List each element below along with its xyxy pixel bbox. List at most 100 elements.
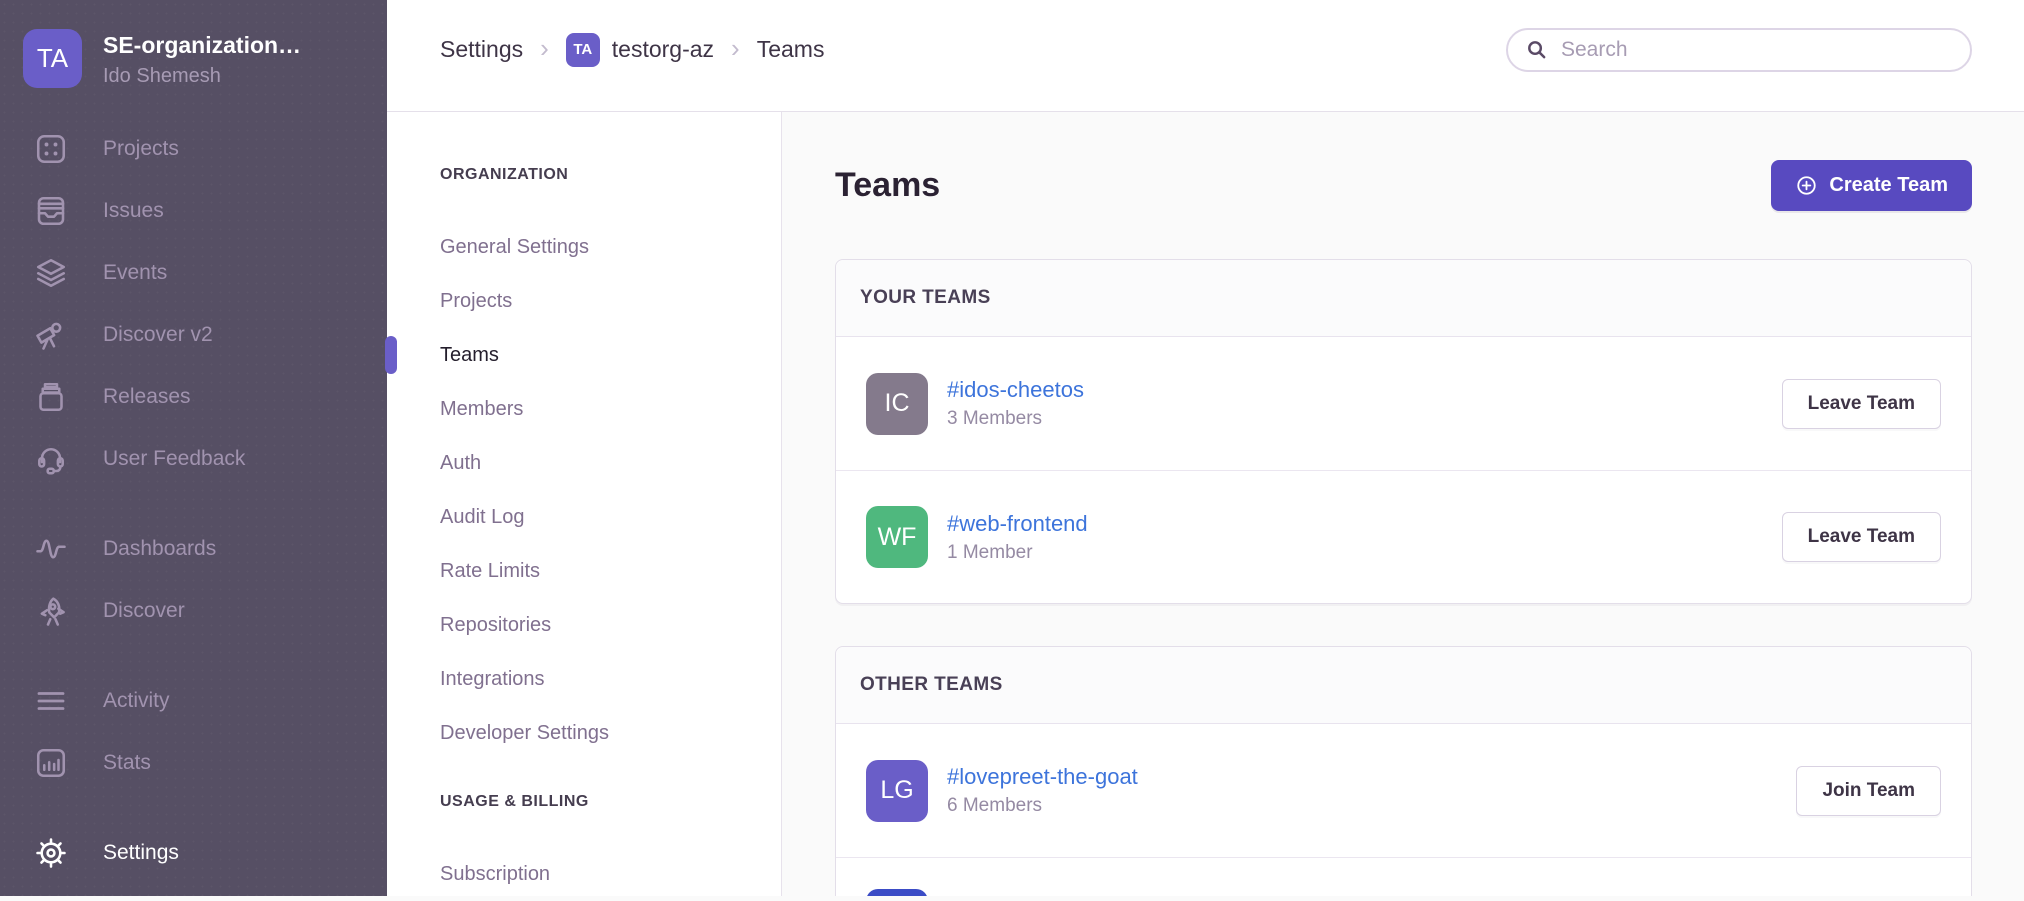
sidebar-item-discover[interactable]: Discover (0, 580, 387, 642)
sidebar-item-discover-v2[interactable]: Discover v2 (0, 304, 387, 366)
bar-chart-icon (33, 745, 69, 781)
settings-nav-item-label: Teams (440, 344, 499, 367)
settings-nav-item-label: Members (440, 398, 523, 421)
team-avatar: IC (866, 373, 928, 435)
pulse-icon (33, 531, 69, 567)
team-name-link[interactable]: #lovepreet-the-goat (947, 764, 1138, 790)
sidebar-item-label: Discover (103, 599, 185, 623)
sidebar-item-user-feedback[interactable]: User Feedback (0, 428, 387, 490)
create-team-label: Create Team (1829, 174, 1948, 197)
breadcrumb-org[interactable]: TA testorg-az (566, 33, 714, 67)
sidebar-item-dashboards[interactable]: Dashboards (0, 518, 387, 580)
settings-nav-item-audit-log[interactable]: Audit Log (440, 490, 781, 544)
settings-nav-item-projects[interactable]: Projects (440, 274, 781, 328)
active-indicator (385, 336, 397, 374)
sidebar-item-label: Discover v2 (103, 323, 213, 347)
settings-nav-item-members[interactable]: Members (440, 382, 781, 436)
breadcrumb-org-badge: TA (566, 33, 600, 67)
your-teams-panel: YOUR TEAMS IC #idos-cheetos 3 Members Le… (835, 259, 1972, 604)
search-icon (1525, 38, 1548, 61)
settings-nav-item-general-settings[interactable]: General Settings (440, 220, 781, 274)
releases-icon (33, 379, 69, 415)
team-name-link[interactable]: #idos-cheetos (947, 377, 1084, 403)
join-team-button[interactable]: Join Team (1796, 766, 1941, 816)
sidebar-item-projects[interactable]: Projects (0, 118, 387, 180)
org-avatar: TA (23, 29, 82, 88)
sidebar-item-issues[interactable]: Issues (0, 180, 387, 242)
right-column: Settings › TA testorg-az › Teams (387, 0, 2024, 896)
breadcrumb: Settings › TA testorg-az › Teams (440, 33, 824, 67)
page-title: Teams (835, 165, 940, 206)
settings-nav-item-repositories[interactable]: Repositories (440, 598, 781, 652)
other-teams-panel: OTHER TEAMS LG #lovepreet-the-goat 6 Mem… (835, 646, 1972, 896)
main-sidebar: TA SE-organization… Ido Shemesh Project (0, 0, 387, 896)
leave-team-button[interactable]: Leave Team (1782, 379, 1941, 429)
projects-icon (33, 131, 69, 167)
team-name-link[interactable]: #web-frontend (947, 511, 1088, 537)
team-avatar (866, 889, 928, 896)
app-root: TA SE-organization… Ido Shemesh Project (0, 0, 2024, 896)
team-members: 1 Member (947, 542, 1088, 564)
panel-header: YOUR TEAMS (836, 260, 1971, 337)
settings-nav-item-subscription[interactable]: Subscription (440, 847, 781, 901)
gear-icon (33, 835, 69, 871)
settings-nav-item-integrations[interactable]: Integrations (440, 652, 781, 706)
settings-nav-item-label: Rate Limits (440, 560, 540, 583)
settings-nav-item-developer-settings[interactable]: Developer Settings (440, 706, 781, 760)
rocket-icon (33, 593, 69, 629)
org-name: SE-organization… (103, 32, 301, 59)
page-head: Teams Create Team (835, 160, 1972, 211)
lines-icon (33, 683, 69, 719)
team-row: WF #web-frontend 1 Member Leave Team (836, 470, 1971, 603)
settings-nav-item-auth[interactable]: Auth (440, 436, 781, 490)
sidebar-item-label: Issues (103, 199, 164, 223)
sidebar-group-divider (0, 794, 387, 822)
user-name: Ido Shemesh (103, 65, 301, 88)
sidebar-item-events[interactable]: Events (0, 242, 387, 304)
events-icon (33, 255, 69, 291)
org-switcher[interactable]: TA SE-organization… Ido Shemesh (0, 0, 387, 88)
topbar: Settings › TA testorg-az › Teams (387, 0, 2024, 112)
team-avatar: WF (866, 506, 928, 568)
team-info: #web-frontend 1 Member (947, 511, 1088, 564)
sidebar-item-stats[interactable]: Stats (0, 732, 387, 794)
settings-nav: ORGANIZATION General Settings Projects T… (387, 112, 782, 896)
settings-nav-item-rate-limits[interactable]: Rate Limits (440, 544, 781, 598)
team-members: 6 Members (947, 795, 1138, 817)
settings-nav-item-label: General Settings (440, 236, 589, 259)
settings-nav-item-label: Integrations (440, 668, 545, 691)
chevron-right-icon: › (540, 35, 549, 64)
settings-nav-item-label: Repositories (440, 614, 551, 637)
settings-nav-section-title: USAGE & BILLING (440, 793, 781, 811)
sidebar-item-activity[interactable]: Activity (0, 670, 387, 732)
content-area: ORGANIZATION General Settings Projects T… (387, 112, 2024, 896)
sidebar-item-label: Projects (103, 137, 179, 161)
sidebar-item-label: Releases (103, 385, 191, 409)
team-members: 3 Members (947, 408, 1084, 430)
breadcrumb-settings[interactable]: Settings (440, 36, 523, 63)
sidebar-item-settings[interactable]: Settings (0, 822, 387, 884)
team-info: #idos-cheetos 3 Members (947, 377, 1084, 430)
team-row: LG #lovepreet-the-goat 6 Members Join Te… (836, 724, 1971, 857)
sidebar-group-divider (0, 642, 387, 670)
settings-nav-item-teams[interactable]: Teams (440, 328, 781, 382)
search-input[interactable] (1559, 37, 1953, 63)
sidebar-nav: Projects Issues (0, 118, 387, 884)
sidebar-group-divider (0, 490, 387, 518)
breadcrumb-page: Teams (757, 36, 825, 63)
issues-icon (33, 193, 69, 229)
sidebar-item-label: Settings (103, 841, 179, 865)
leave-team-button[interactable]: Leave Team (1782, 512, 1941, 562)
settings-nav-item-label: Audit Log (440, 506, 525, 529)
chevron-right-icon: › (731, 35, 740, 64)
breadcrumb-org-label: testorg-az (612, 36, 714, 63)
sidebar-item-label: Dashboards (103, 537, 216, 561)
team-row-partial (836, 857, 1971, 896)
create-team-button[interactable]: Create Team (1771, 160, 1972, 211)
search-box[interactable] (1506, 28, 1972, 72)
telescope-icon (33, 317, 69, 353)
sidebar-item-releases[interactable]: Releases (0, 366, 387, 428)
sidebar-item-label: Events (103, 261, 167, 285)
settings-nav-item-label: Projects (440, 290, 512, 313)
main-content: Teams Create Team YOUR TEAMS IC (782, 112, 2024, 896)
